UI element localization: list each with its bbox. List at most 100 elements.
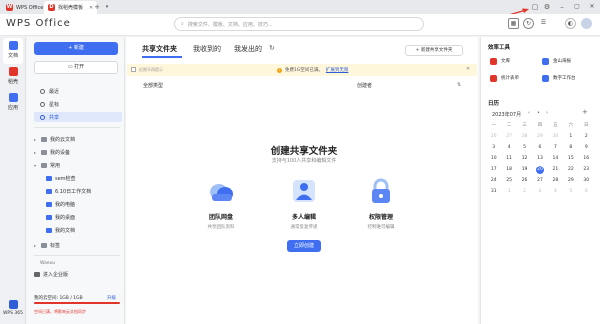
nav-label: 共享 — [49, 114, 60, 121]
calendar-day[interactable]: 23 — [579, 166, 594, 174]
forms-icon — [490, 74, 497, 82]
sync-icon[interactable]: ↻ — [523, 18, 534, 29]
notice-link[interactable]: 扩展到无限 — [326, 67, 349, 73]
chevron-down-icon[interactable]: ▾ — [102, 2, 112, 12]
column-type[interactable]: 全部类型 — [143, 82, 163, 89]
calendar-day[interactable]: 4 — [501, 144, 516, 152]
tree-item-work-docs[interactable]: 6.10日工作文档 — [34, 186, 122, 196]
notice-close-icon[interactable]: ✕ — [466, 66, 470, 72]
maximize-icon[interactable]: ▢ — [572, 2, 582, 12]
calendar-day[interactable]: 29 — [532, 133, 547, 141]
calendar-day[interactable]: 2 — [517, 188, 532, 196]
dont-remind-checkbox[interactable] — [131, 67, 136, 72]
calendar-day[interactable]: 8 — [563, 144, 578, 152]
tree-item-sem[interactable]: sem检查 — [34, 173, 122, 183]
tree-item-common[interactable]: ▾ 常用 — [34, 160, 122, 170]
calendar-day[interactable]: 14 — [548, 155, 563, 163]
add-event-icon[interactable]: + — [582, 108, 588, 116]
calendar-day[interactable]: 17 — [486, 166, 501, 174]
calendar-day[interactable]: 19 — [517, 166, 532, 174]
calendar-day[interactable]: 9 — [579, 144, 594, 152]
tab-shared-folders[interactable]: 共享文件夹 — [142, 44, 177, 54]
tree-item-my-computer[interactable]: 我的电脑 — [34, 199, 122, 209]
calendar-day[interactable]: 21 — [548, 166, 563, 174]
chevron-left-icon[interactable]: ‹ — [528, 110, 530, 116]
list-icon[interactable]: ☰ — [538, 18, 549, 29]
tree-item-cloud-docs[interactable]: ▸ 我的云文档 — [34, 134, 122, 144]
calendar-day[interactable]: 22 — [563, 166, 578, 174]
clock-icon — [40, 88, 45, 94]
column-owner[interactable]: 创建者 — [357, 82, 372, 89]
calendar-day[interactable]: 28 — [517, 133, 532, 141]
calendar-day[interactable]: 18 — [501, 166, 516, 174]
tab-wps-office[interactable]: W WPS Office — [2, 1, 47, 14]
calendar-day[interactable]: 4 — [548, 188, 563, 196]
calendar-day[interactable]: 24 — [486, 177, 501, 185]
create-now-button[interactable]: 立即创建 — [287, 240, 321, 252]
settings-gear-icon[interactable]: ⚙ — [542, 2, 552, 12]
calendar-day[interactable]: 3 — [486, 144, 501, 152]
rail-item-docer[interactable]: 稻壳 — [3, 64, 23, 90]
calendar-day[interactable]: 16 — [579, 155, 594, 163]
calendar-day[interactable]: 20 — [535, 166, 544, 174]
rail-item-wps365[interactable]: WPS 365 — [2, 300, 24, 316]
tool-poster[interactable]: 金山海报 — [542, 55, 588, 67]
calendar-day[interactable]: 28 — [548, 177, 563, 185]
window-layout-icon[interactable]: ▢ — [530, 2, 540, 12]
calendar-day[interactable]: 31 — [486, 188, 501, 196]
search-input[interactable]: ⌕ 搜索文件、模板、文档、应用、技巧... — [174, 17, 424, 31]
rail-item-apps[interactable]: 应用 — [3, 90, 23, 116]
calendar-day[interactable]: 30 — [548, 133, 563, 141]
tab-sent[interactable]: 我发出的 — [234, 44, 262, 54]
grid-apps-icon[interactable]: ▦ — [508, 18, 519, 29]
new-button[interactable]: + 新建 — [34, 42, 118, 55]
nav-starred[interactable]: 星标 — [34, 99, 122, 109]
open-button[interactable]: ▭ 打开 — [34, 61, 118, 74]
tool-workbench[interactable]: 数字工作台 — [542, 72, 588, 84]
today-dot-icon[interactable]: • — [537, 110, 540, 116]
calendar-day[interactable]: 1 — [563, 133, 578, 141]
calendar-day[interactable]: 26 — [517, 177, 532, 185]
close-window-icon[interactable]: ✕ — [587, 2, 597, 12]
theme-icon[interactable]: ◐ — [565, 18, 576, 29]
calendar-day[interactable]: 6 — [532, 144, 547, 152]
calendar-day[interactable]: 27 — [532, 177, 547, 185]
avatar[interactable] — [581, 18, 592, 29]
new-shared-folder-button[interactable]: + 新建共享文件夹 — [405, 45, 463, 56]
tree-item-tags[interactable]: ▸ 标签 — [34, 240, 122, 250]
nav-shared[interactable]: 共享 — [34, 112, 122, 122]
new-tab-icon[interactable]: + — [92, 2, 102, 12]
calendar-day[interactable]: 13 — [532, 155, 547, 163]
calendar-day[interactable]: 5 — [517, 144, 532, 152]
nav-recent[interactable]: 最近 — [34, 86, 122, 96]
calendar-day[interactable]: 7 — [548, 144, 563, 152]
calendar-day[interactable]: 10 — [486, 155, 501, 163]
calendar-day[interactable]: 29 — [563, 177, 578, 185]
calendar-day[interactable]: 27 — [501, 133, 516, 141]
calendar-day[interactable]: 15 — [563, 155, 578, 163]
tab-docer[interactable]: D 找稻壳模板 ✕ — [44, 1, 98, 14]
calendar-day[interactable]: 26 — [486, 133, 501, 141]
calendar-day[interactable]: 1 — [501, 188, 516, 196]
tree-item-desktop[interactable]: 我的桌面 — [34, 212, 122, 222]
calendar-day[interactable]: 30 — [579, 177, 594, 185]
calendar-day[interactable]: 2 — [579, 133, 594, 141]
calendar-day[interactable]: 5 — [563, 188, 578, 196]
sort-icon[interactable]: ⇅ — [457, 82, 461, 88]
calendar-day[interactable]: 3 — [532, 188, 547, 196]
tool-library[interactable]: 文库 — [490, 55, 536, 67]
refresh-icon[interactable]: ↻ — [269, 44, 275, 52]
minimize-icon[interactable]: – — [557, 2, 567, 12]
calendar-day[interactable]: 11 — [501, 155, 516, 163]
tree-item-my-docs[interactable]: 我的文档 — [34, 225, 122, 235]
chevron-right-icon[interactable]: › — [546, 110, 548, 116]
calendar-day[interactable]: 6 — [579, 188, 594, 196]
tool-forms[interactable]: 统计表单 — [490, 72, 536, 84]
upgrade-link[interactable]: 升级 — [107, 295, 116, 301]
rail-item-docs[interactable]: 文档 — [3, 38, 23, 64]
enterprise-link[interactable]: 进入企业版 — [34, 269, 122, 279]
tab-received[interactable]: 我收到的 — [193, 44, 221, 54]
calendar-day[interactable]: 12 — [517, 155, 532, 163]
calendar-day[interactable]: 25 — [501, 177, 516, 185]
tree-item-devices[interactable]: ▸ 我的设备 — [34, 147, 122, 157]
